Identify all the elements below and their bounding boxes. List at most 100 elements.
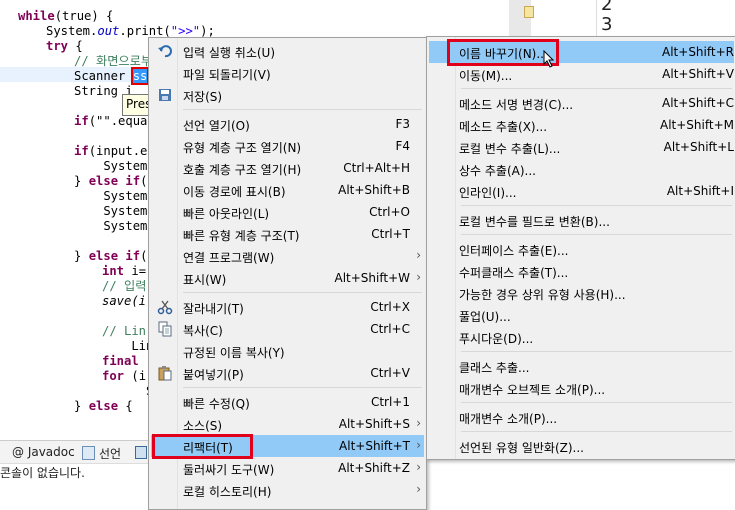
menu-item-label: 로컬 히스토리(H) (183, 485, 272, 499)
menu-item-shortcut: Alt+Shift+W (334, 271, 411, 285)
menu-item-label: 이동 경로에 표시(B) (183, 185, 286, 199)
menu-item-label: 저장(S) (183, 90, 223, 104)
menu-item-label: 로컬 변수 추출(L)... (459, 142, 561, 156)
submenu-arrow-icon: › (416, 248, 421, 262)
code-token: if (125, 174, 141, 188)
menu-item-6[interactable]: 호출 계층 구조 열기(H) Ctrl+Alt+H (151, 157, 424, 179)
menu-item-13[interactable]: 잘라내기(T) Ctrl+X (151, 296, 424, 318)
menu-item-2[interactable]: 저장(S) (151, 84, 424, 106)
menu-item-shortcut: Alt+Shift+C (661, 96, 734, 110)
code-token: ( (140, 174, 148, 188)
code-token: out (97, 24, 120, 38)
tab-javadoc[interactable]: @ Javadoc (12, 445, 75, 459)
code-token: System (74, 204, 148, 218)
code-line: System (74, 159, 147, 174)
code-token: // 입력 (102, 279, 147, 293)
menu-item-5[interactable]: 유형 계층 구조 열기(N) F4 (151, 135, 424, 157)
menu-item-label: 입력 실행 취소(U) (183, 46, 276, 60)
menu-item-label: 표시(W) (183, 273, 227, 287)
tab-declaration[interactable]: 선언 (99, 445, 121, 462)
menu-item-shortcut: Ctrl+O (369, 205, 410, 219)
highlight-box (152, 434, 253, 459)
refactor-item-1[interactable]: 이동(M)... Alt+Shift+V (429, 63, 734, 85)
refactor-item-13[interactable]: 가능한 경우 상위 유형 사용(H)... (429, 282, 734, 304)
refactor-item-5[interactable]: 로컬 변수 추출(L)... Alt+Shift+L (429, 136, 734, 158)
menu-separator (461, 234, 732, 235)
menu-item-label: 클래스 추출... (459, 361, 530, 375)
code-token: // 화면으로부 (74, 54, 153, 68)
refactor-item-11[interactable]: 인터페이스 추출(E)... (429, 238, 734, 260)
code-token: i= (124, 264, 147, 278)
refactor-item-17[interactable]: 클래스 추출... (429, 355, 734, 377)
refactor-submenu: 이름 바꾸기(N)... Alt+Shift+R 이동(M)... Alt+Shift… (426, 36, 735, 460)
menu-item-label: 메소드 서명 변경(C)... (459, 98, 574, 112)
refactor-item-7[interactable]: 인라인(I)... Alt+Shift+I (429, 180, 734, 202)
declaration-icon (82, 446, 95, 460)
menu-item-label: 메소드 추출(X)... (459, 120, 548, 134)
refactor-item-12[interactable]: 수퍼클래스 추출(T)... (429, 260, 734, 282)
code-line: // Lin (102, 324, 146, 339)
console-status: 콘솔이 없습니다. (0, 463, 148, 482)
menu-item-14[interactable]: 복사(C) Ctrl+C (151, 318, 424, 340)
code-token: ">>" (170, 24, 201, 38)
refactor-item-22[interactable]: 선언된 유형 일반화(Z)... (429, 435, 734, 457)
menu-item-shortcut: Alt+Shift+M (660, 118, 734, 132)
menu-item-label: 가능한 경우 상위 유형 사용(H)... (459, 288, 626, 302)
code-token: System. (46, 24, 98, 38)
console-icon[interactable] (135, 446, 147, 459)
menu-item-label: 붙여넣기(P) (183, 368, 244, 382)
menu-item-1[interactable]: 파일 되돌리기(V) (151, 62, 424, 84)
menu-item-22[interactable]: 로컬 히스토리(H) › (151, 479, 424, 501)
code-line: save(i (102, 294, 146, 309)
code-line: // 입력 (102, 279, 146, 294)
console-line: 2 (601, 0, 613, 15)
menu-separator (183, 292, 422, 293)
ruler-marker[interactable] (524, 6, 534, 18)
code-token: Scanner (74, 69, 133, 83)
menu-item-8[interactable]: 빠른 아웃라인(L) Ctrl+O (151, 201, 424, 223)
refactor-item-18[interactable]: 매개변수 오브젝트 소개(P)... (429, 377, 734, 399)
console-line: 3 (601, 14, 613, 35)
menu-item-shortcut: Alt+Shift+I (666, 184, 734, 198)
menu-item-shortcut: Alt+Shift+V (662, 67, 734, 81)
code-token: } (74, 174, 89, 188)
menu-item-shortcut: Alt+Shift+T (339, 439, 410, 453)
menu-item-label: 빠른 유형 계층 구조(T) (183, 229, 300, 243)
refactor-item-14[interactable]: 풀업(U)... (429, 304, 734, 326)
menu-item-shortcut: Alt+Shift+Z (338, 461, 410, 475)
menu-item-18[interactable]: 빠른 수정(Q) Ctrl+1 (151, 391, 424, 413)
menu-item-21[interactable]: 둘러싸기 도구(W) Alt+Shift+Z › (151, 457, 424, 479)
code-token: try (46, 39, 69, 53)
refactor-item-9[interactable]: 로컬 변수를 필드로 변환(B)... (429, 209, 734, 231)
code-token: } (74, 399, 89, 413)
menu-item-4[interactable]: 선언 열기(O) F3 (151, 113, 424, 135)
menu-item-19[interactable]: 소스(S) Alt+Shift+S › (151, 413, 424, 435)
code-token: (input.e (88, 144, 148, 158)
menu-item-label: 풀업(U)... (459, 310, 511, 324)
code-token: for (102, 369, 125, 383)
refactor-item-3[interactable]: 메소드 서명 변경(C)... Alt+Shift+C (429, 92, 734, 114)
menu-item-11[interactable]: 표시(W) Alt+Shift+W › (151, 267, 424, 289)
code-token: if (125, 249, 141, 263)
refactor-item-6[interactable]: 상수 추출(A)... (429, 158, 734, 180)
menu-item-9[interactable]: 빠른 유형 계층 구조(T) Ctrl+T (151, 223, 424, 245)
code-line: System (74, 219, 147, 234)
menu-item-15[interactable]: 규정된 이름 복사(Y) (151, 340, 424, 362)
menu-item-7[interactable]: 이동 경로에 표시(B) Alt+Shift+B (151, 179, 424, 201)
menu-item-shortcut: Alt+Shift+B (338, 183, 410, 197)
code-line: } else if( (74, 174, 147, 189)
refactor-item-4[interactable]: 메소드 추출(X)... Alt+Shift+M (429, 114, 734, 136)
menu-item-10[interactable]: 연결 프로그램(W) › (151, 245, 424, 267)
code-line: } else if( (74, 249, 147, 264)
menu-item-label: 소스(S) (183, 419, 223, 433)
submenu-arrow-icon: › (416, 460, 421, 474)
menu-item-16[interactable]: 붙여넣기(P) Ctrl+V (151, 362, 424, 384)
menu-item-shortcut: Alt+Shift+R (662, 45, 734, 59)
refactor-item-15[interactable]: 푸시다운(D)... (429, 326, 734, 348)
submenu-arrow-icon: › (416, 270, 421, 284)
menu-item-0[interactable]: 입력 실행 취소(U) (151, 40, 424, 62)
code-token: else (88, 174, 119, 188)
selected-identifier[interactable]: ss (130, 67, 150, 85)
refactor-item-20[interactable]: 매개변수 소개(P)... (429, 406, 734, 428)
code-token: final (102, 354, 139, 368)
